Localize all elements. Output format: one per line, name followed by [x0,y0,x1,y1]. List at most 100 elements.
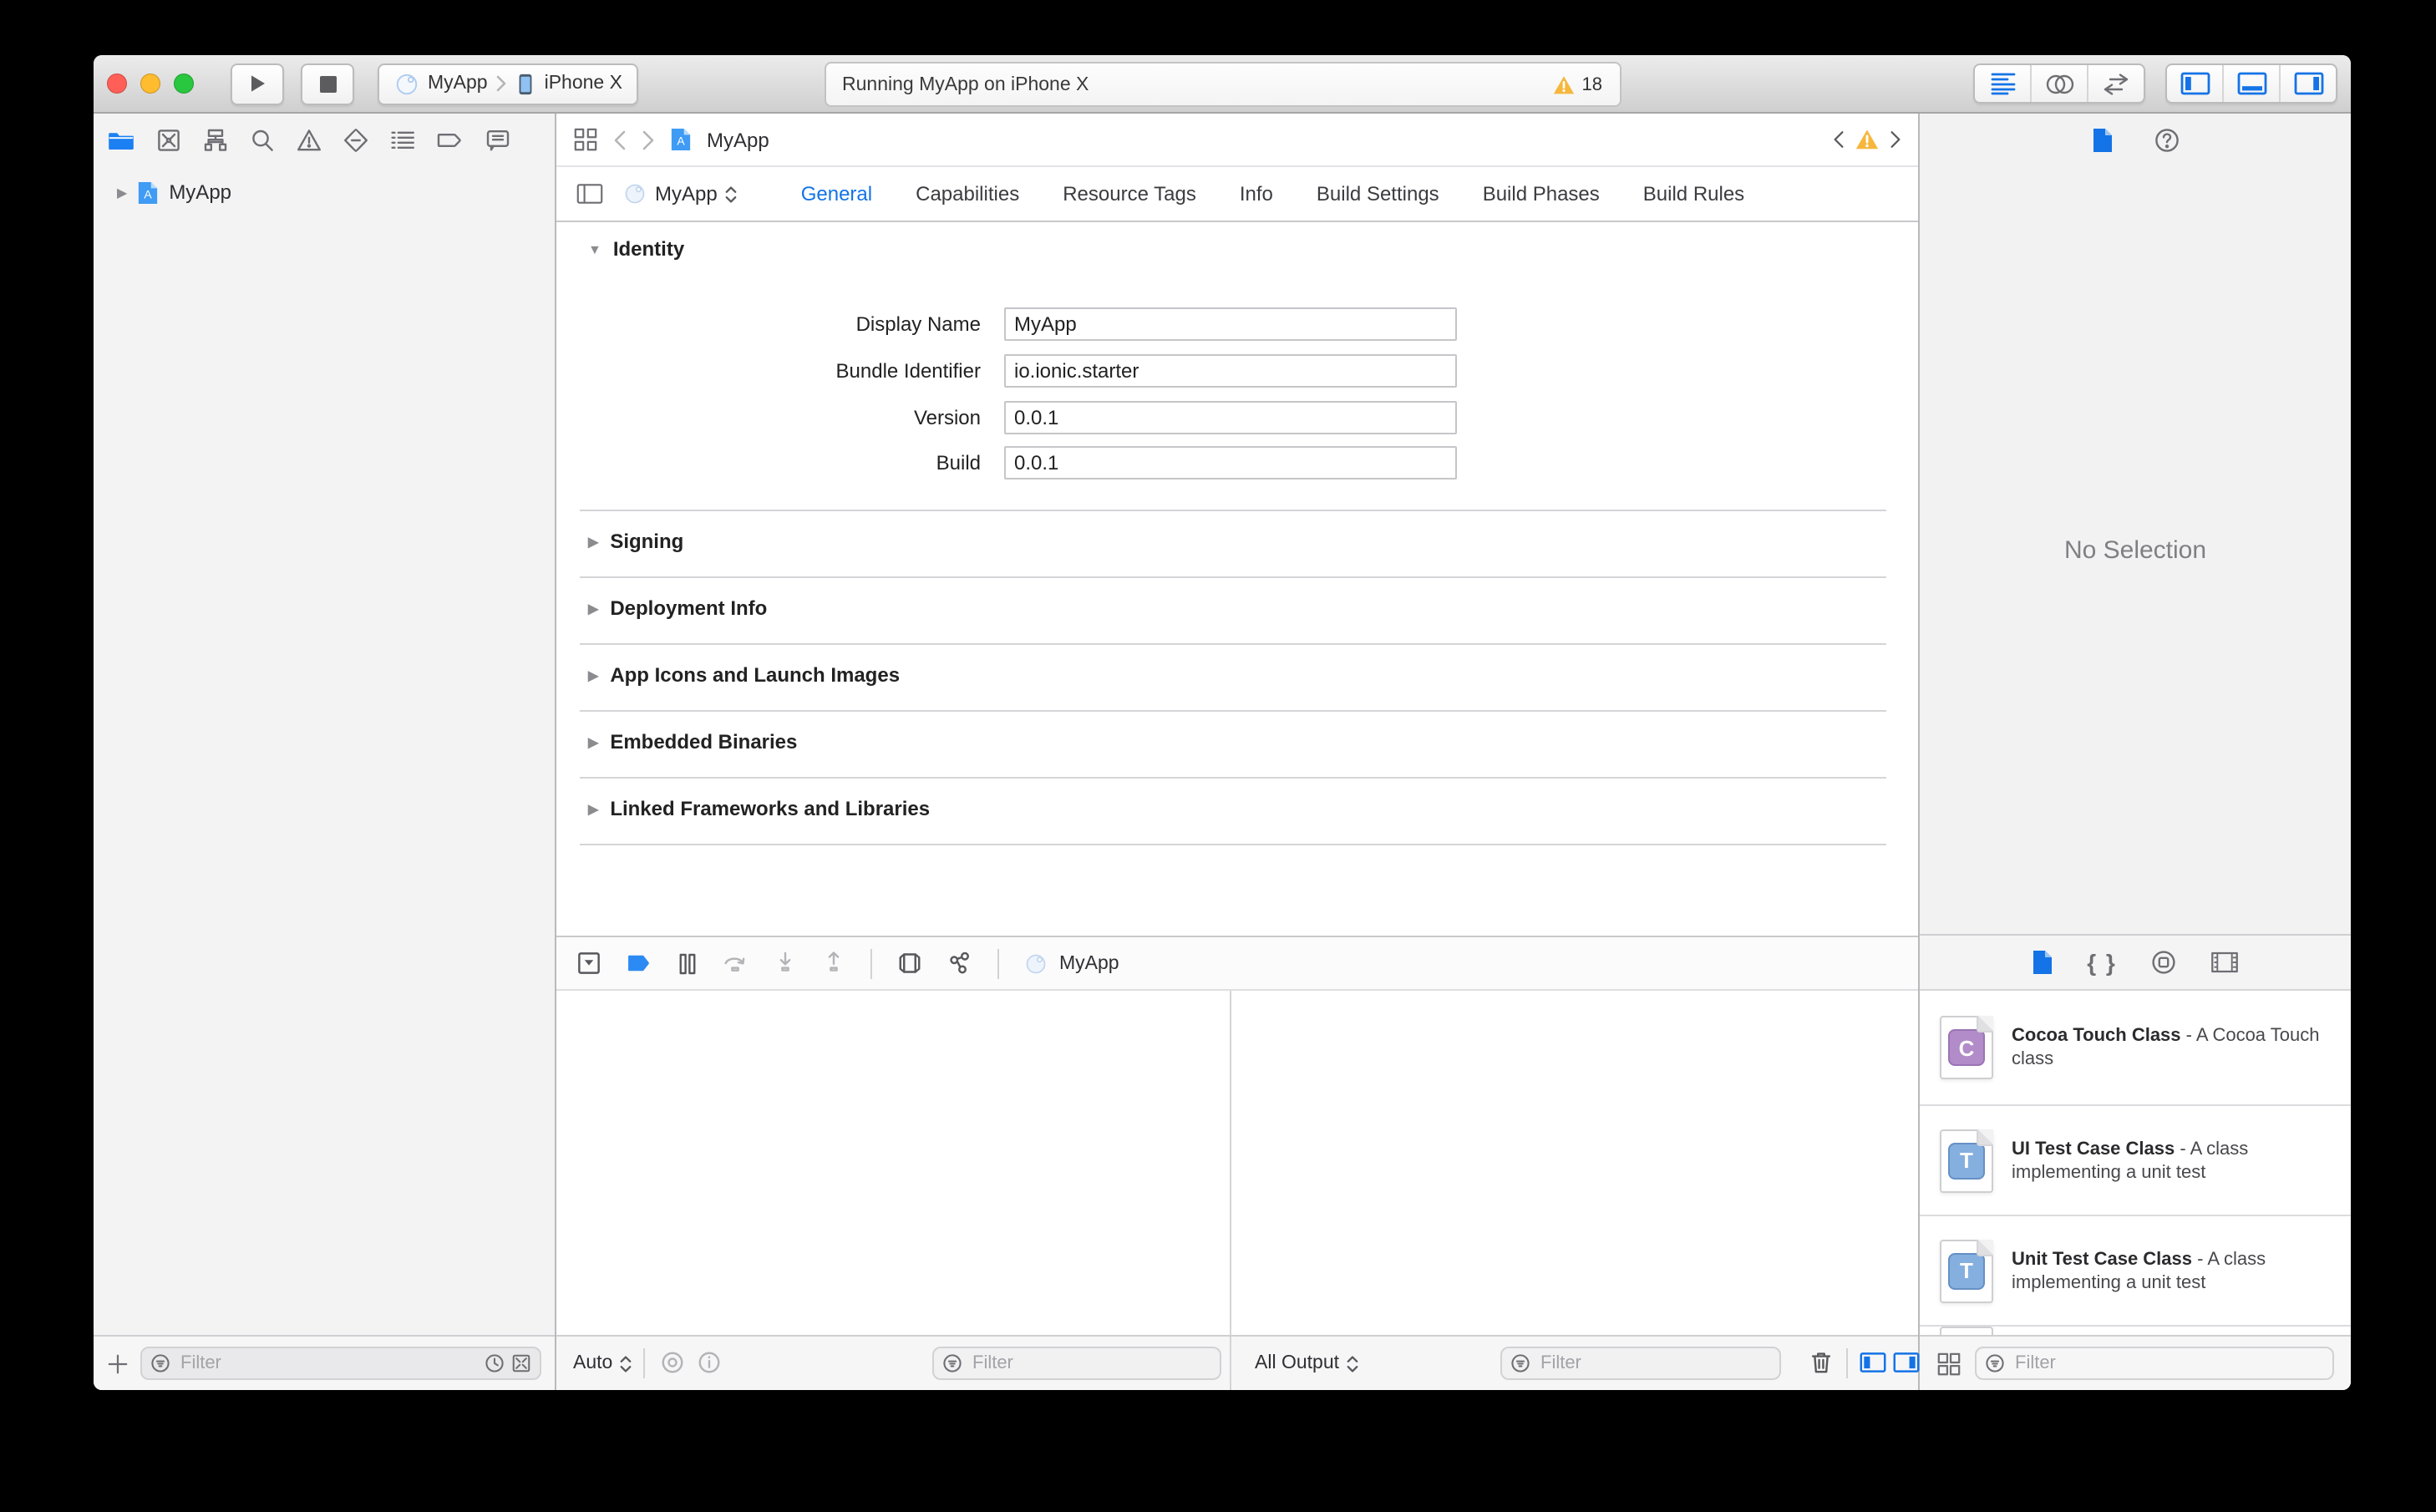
info-icon[interactable] [697,1350,722,1375]
disclosure-closed-icon[interactable]: ▶ [588,734,598,749]
disclosure-triangle-icon[interactable]: ▶ [117,185,127,200]
step-out-icon[interactable] [822,951,845,976]
source-control-navigator-icon[interactable] [155,126,182,153]
find-navigator-icon[interactable] [249,126,276,153]
jump-bar-file[interactable]: MyApp [707,128,769,151]
build-input[interactable] [1004,446,1457,479]
step-into-icon[interactable] [774,951,797,976]
disclosure-closed-icon[interactable]: ▶ [588,601,598,616]
bundle-identifier-input[interactable] [1004,354,1457,388]
close-window-button[interactable] [107,74,127,94]
navigator-filter-input[interactable] [177,1352,478,1375]
deployment-info-section-header[interactable]: ▶ Deployment Info [588,596,767,620]
library-item-cocoa-touch-class[interactable]: C Cocoa Touch Class - A Cocoa Touch clas… [1920,991,2351,1106]
tab-build-settings[interactable]: Build Settings [1317,182,1439,205]
media-library-icon[interactable] [2210,951,2239,974]
toggle-console-view-icon[interactable] [1893,1350,1920,1375]
toggle-debug-area-button[interactable] [2222,65,2279,102]
zoom-window-button[interactable] [174,74,194,94]
debug-breadcrumb[interactable]: MyApp [1059,953,1119,973]
tab-info[interactable]: Info [1240,182,1273,205]
library-grid-view-icon[interactable] [1936,1351,1961,1376]
toggle-navigator-button[interactable] [2167,65,2222,102]
embedded-binaries-section-header[interactable]: ▶ Embedded Binaries [588,730,797,753]
app-icons-section-header[interactable]: ▶ App Icons and Launch Images [588,663,900,687]
related-items-icon[interactable] [573,127,598,152]
console-filter-field[interactable] [1500,1347,1781,1380]
tab-general[interactable]: General [801,182,872,205]
target-selector[interactable]: MyApp [623,182,738,205]
tab-capabilities[interactable]: Capabilities [916,182,1019,205]
library-filter-field[interactable] [1975,1347,2334,1380]
linked-frameworks-section-header[interactable]: ▶ Linked Frameworks and Libraries [588,797,930,820]
variables-filter-input[interactable] [969,1352,1211,1375]
add-button[interactable] [107,1352,129,1374]
disclosure-closed-icon[interactable]: ▶ [588,801,598,816]
standard-editor-button[interactable] [1975,65,2030,102]
library-item-ui-test-case-class[interactable]: T UI Test Case Class - A class implement… [1920,1106,2351,1216]
hide-document-outline-icon[interactable] [576,182,603,205]
signing-section-header[interactable]: ▶ Signing [588,530,683,553]
breakpoint-navigator-icon[interactable] [436,126,464,153]
version-editor-button[interactable] [2087,65,2144,102]
display-name-input[interactable] [1004,307,1457,341]
variables-view[interactable] [556,991,1230,1335]
identity-section-header[interactable]: ▼ Identity [588,237,684,261]
breakpoints-toggle-icon[interactable] [627,952,653,974]
recent-files-clock-icon[interactable] [485,1353,505,1373]
disclosure-closed-icon[interactable]: ▶ [588,534,598,549]
navigator-filter-field[interactable] [140,1347,541,1380]
stop-button[interactable] [301,63,354,104]
test-navigator-icon[interactable] [343,126,369,153]
console-filter-input[interactable] [1537,1352,1771,1375]
view-debugger-icon[interactable] [897,951,922,976]
memory-graph-icon[interactable] [947,951,972,976]
step-over-icon[interactable] [722,951,749,976]
svg-text:A: A [145,187,153,200]
run-button[interactable] [231,63,284,104]
project-navigator-icon[interactable] [107,126,135,153]
tab-build-phases[interactable]: Build Phases [1483,182,1600,205]
form-row: Version [556,399,1918,436]
symbol-navigator-icon[interactable] [202,126,229,153]
console-view[interactable] [1231,991,1918,1335]
show-only-interesting-values-icon[interactable] [660,1350,685,1375]
file-template-library-icon[interactable] [2032,949,2053,976]
output-label: All Output [1255,1353,1339,1373]
forward-icon[interactable] [642,129,655,150]
scheme-selector[interactable]: MyApp iPhone X [378,63,639,104]
library-filter-input[interactable] [2012,1352,2324,1375]
source-control-status-icon[interactable] [511,1353,531,1373]
toggle-inspector-button[interactable] [2279,65,2336,102]
version-input[interactable] [1004,401,1457,434]
tab-build-rules[interactable]: Build Rules [1643,182,1744,205]
project-file-icon: A [671,129,691,150]
assistant-editor-button[interactable] [2030,65,2087,102]
pause-icon[interactable] [678,951,697,975]
disclosure-closed-icon[interactable]: ▶ [588,667,598,682]
object-library-icon[interactable] [2150,949,2177,976]
quick-help-inspector-icon[interactable] [2153,126,2180,153]
debug-navigator-icon[interactable] [389,126,416,153]
library-item-unit-test-case-class[interactable]: T Unit Test Case Class - A class impleme… [1920,1216,2351,1327]
clear-console-trash-icon[interactable] [1809,1350,1833,1375]
file-inspector-icon[interactable] [2091,126,2113,153]
report-navigator-icon[interactable] [485,126,511,153]
back-icon[interactable] [613,129,627,150]
tab-resource-tags[interactable]: Resource Tags [1063,182,1196,205]
variables-filter-field[interactable] [932,1347,1221,1380]
issue-navigator-icon[interactable] [296,126,322,153]
warning-icon[interactable] [1855,129,1880,150]
variables-scope-popup[interactable]: Auto [573,1337,631,1390]
warning-cluster[interactable]: 18 [1554,74,1602,94]
previous-issue-icon[interactable] [1833,130,1845,149]
toggle-variables-view-icon[interactable] [1860,1350,1886,1375]
next-issue-icon[interactable] [1890,130,1901,149]
inspector-bar [1920,114,2351,165]
minimize-window-button[interactable] [140,74,160,94]
disclosure-open-icon[interactable]: ▼ [588,241,601,256]
console-output-popup[interactable]: All Output [1255,1337,1358,1390]
tree-item-myapp[interactable]: ▶ A MyApp [94,174,555,211]
code-snippet-library-icon[interactable]: { } [2087,949,2117,976]
hide-debug-area-icon[interactable] [576,951,601,976]
